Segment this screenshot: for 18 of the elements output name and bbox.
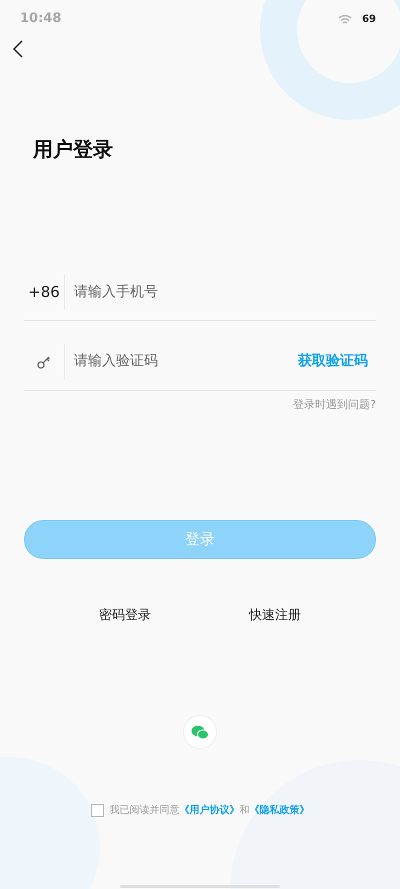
privacy-policy-link[interactable]: 《隐私政策》: [250, 805, 310, 816]
get-code-button[interactable]: 获取验证码: [298, 351, 368, 372]
agreement-text: 我已阅读并同意《用户协议》和《隐私政策》: [110, 803, 310, 818]
country-code[interactable]: +86: [24, 280, 64, 304]
help-link[interactable]: 登录时遇到问题?: [293, 397, 376, 414]
wechat-button[interactable]: [183, 715, 217, 749]
code-input[interactable]: 请输入验证码: [74, 351, 298, 372]
chat-bubbles-icon: [191, 724, 209, 740]
user-agreement-link[interactable]: 《用户协议》: [180, 805, 240, 816]
phone-input[interactable]: 请输入手机号: [74, 282, 376, 302]
alt-login-link[interactable]: 密码登录: [99, 606, 151, 625]
status-time: 10:48: [20, 10, 62, 28]
back-icon[interactable]: [12, 39, 24, 59]
agree-checkbox[interactable]: [90, 804, 104, 817]
wifi-icon: [338, 14, 352, 24]
key-icon: [36, 354, 52, 370]
alt-login-link[interactable]: 快速注册: [249, 606, 301, 625]
page-title: 用户登录: [33, 136, 114, 163]
